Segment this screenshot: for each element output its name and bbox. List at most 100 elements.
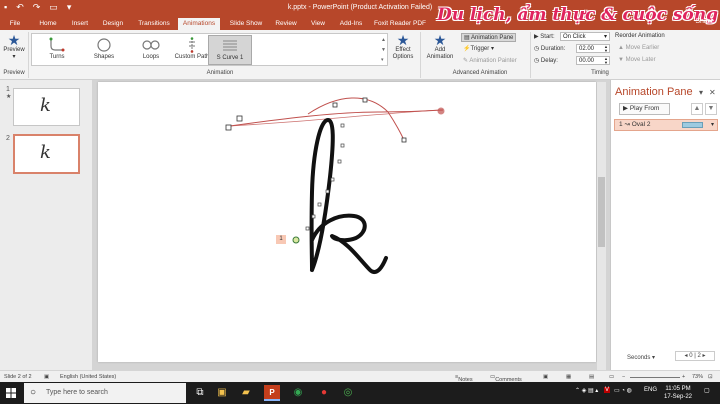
powerpoint-taskbar-icon[interactable]: P: [264, 385, 280, 401]
move-earlier-button[interactable]: ▲ Move Earlier: [618, 45, 659, 51]
tab-file[interactable]: File: [4, 18, 26, 30]
timeline-scale[interactable]: ◂ 0 | 2 ▸: [675, 351, 715, 361]
zoom-in-icon[interactable]: +: [682, 374, 685, 380]
animation-item-label: Oval 2: [631, 121, 651, 128]
tab-slide-show[interactable]: Slide Show: [226, 18, 266, 30]
thumb-number: 2: [6, 135, 10, 142]
language-indicator[interactable]: English (United States): [60, 374, 116, 380]
tab-foxit-reader-pdf[interactable]: Foxit Reader PDF: [372, 18, 428, 30]
gallery-scroll-icon[interactable]: ▲ ▼ ▾: [381, 35, 386, 65]
scrollbar-thumb[interactable]: [598, 177, 605, 247]
search-icon: ○: [30, 387, 37, 398]
thumb-number: 1: [6, 86, 10, 93]
chevron-down-icon[interactable]: ▾: [711, 120, 714, 130]
taskbar-search-box[interactable]: ○ Type here to search: [24, 383, 186, 403]
zoom-level[interactable]: 73%: [692, 374, 703, 380]
normal-view-icon[interactable]: ▣: [543, 374, 548, 380]
delay-input[interactable]: 00.00 ▲ ▼: [576, 56, 610, 65]
slideshow-icon[interactable]: ▭: [609, 374, 614, 380]
spinner-icon[interactable]: ▲ ▼: [604, 57, 608, 65]
tab-insert[interactable]: Insert: [66, 18, 94, 30]
start-label-text: Start:: [540, 34, 555, 40]
add-star-icon: ★: [433, 32, 447, 48]
start-label: ▶ Start:: [534, 33, 555, 40]
path-end-marker: [437, 107, 445, 115]
notifications-icon[interactable]: ▢: [704, 387, 710, 394]
effect-options-label-2: Options: [392, 54, 414, 60]
animation-pane-button[interactable]: ▤ Animation Pane: [461, 33, 517, 42]
spinner-icon[interactable]: ▲ ▼: [604, 45, 608, 53]
tab-add-ins[interactable]: Add-Ins: [336, 18, 366, 30]
vertical-scrollbar[interactable]: [597, 82, 606, 370]
painter-icon: ✎: [463, 58, 469, 64]
preview-label: Preview: [3, 47, 25, 53]
slide-thumbnail-2[interactable]: k: [13, 134, 80, 174]
record-icon[interactable]: ●: [316, 385, 332, 401]
seconds-dropdown[interactable]: Seconds ▾: [627, 354, 655, 361]
tray-icons[interactable]: ⌃ ◈ ▤ ▴: [575, 387, 598, 394]
close-icon[interactable]: ✕: [709, 88, 716, 97]
tab-animations[interactable]: Animations: [178, 18, 220, 30]
file-explorer-icon[interactable]: ▰: [238, 385, 254, 401]
timeline-bar[interactable]: [682, 122, 703, 128]
tray-app-icon[interactable]: V: [604, 387, 611, 393]
notes-button[interactable]: ≡ Notes: [455, 374, 473, 383]
effect-options-button[interactable]: ★ Effect Options: [389, 33, 417, 61]
duration-input[interactable]: 02.00 ▲ ▼: [576, 44, 610, 53]
store-icon[interactable]: ▣: [214, 385, 230, 401]
animation-pane-icon: ▤: [464, 35, 472, 41]
slide-thumbnail-pane: 1 ★ k 2 k: [0, 80, 92, 370]
tab-home[interactable]: Home: [34, 18, 62, 30]
slide-thumbnail-1[interactable]: k: [13, 88, 80, 126]
animation-number-tag[interactable]: 1: [276, 235, 286, 244]
gallery-item-turns[interactable]: Turns: [35, 35, 79, 65]
app-icon-green[interactable]: ◉: [290, 385, 306, 401]
task-view-icon[interactable]: ⧉: [192, 385, 208, 401]
gallery-item-shapes[interactable]: Shapes: [82, 35, 126, 65]
tab-view[interactable]: View: [306, 18, 330, 30]
animation-painter-button[interactable]: ✎ Animation Painter: [463, 57, 517, 64]
tab-review[interactable]: Review: [272, 18, 300, 30]
move-later-button[interactable]: ▼ Move Later: [618, 57, 656, 63]
move-down-button[interactable]: ▼: [705, 103, 717, 115]
reading-view-icon[interactable]: ▤: [589, 374, 594, 380]
start-value: On Click: [563, 34, 586, 40]
gallery-item-s-curve-1[interactable]: S Curve 1: [208, 35, 252, 65]
seconds-label: Seconds: [627, 355, 651, 361]
animation-pane-button-label: Animation Pane: [471, 35, 514, 41]
input-language[interactable]: ENG: [644, 387, 657, 393]
pane-options-icon[interactable]: ▾: [699, 88, 703, 97]
slide-content: [225, 97, 445, 275]
chrome-icon[interactable]: ◎: [340, 385, 356, 401]
start-button[interactable]: [0, 382, 22, 404]
preview-button[interactable]: ★ Preview ▾: [2, 33, 26, 61]
share-button[interactable]: Share: [695, 18, 714, 25]
motion-path-lower: [229, 109, 444, 127]
trigger-button[interactable]: ⚡Trigger ▾: [463, 45, 494, 52]
fit-to-window-icon[interactable]: ⊡: [708, 374, 713, 380]
ribbon-separator: [28, 32, 29, 78]
gallery-item-label: Turns: [49, 54, 65, 60]
animation-list-item[interactable]: 1 ↝ Oval 2 ▾: [614, 119, 718, 131]
slide-sorter-icon[interactable]: ▦: [566, 374, 571, 380]
star-icon: ★: [7, 32, 21, 48]
zoom-slider[interactable]: [630, 377, 680, 378]
move-earlier-label: Move Earlier: [625, 45, 660, 51]
taskbar-clock[interactable]: 11:05 PM 17-Sep-22: [664, 385, 692, 401]
ribbon-separator: [420, 32, 421, 78]
animation-pane-title: Animation Pane: [615, 86, 693, 98]
path-start-marker: [292, 236, 300, 244]
spell-check-icon[interactable]: ▣: [44, 374, 49, 380]
slide-canvas[interactable]: 1: [98, 82, 596, 362]
tab-transitions[interactable]: Transitions: [132, 18, 176, 30]
add-animation-button[interactable]: ★ Add Animation: [423, 33, 457, 61]
tab-design[interactable]: Design: [98, 18, 128, 30]
arrow-up-icon: ▲: [618, 45, 626, 51]
play-from-button[interactable]: ▶ Play From: [619, 103, 670, 115]
comments-button[interactable]: ▭ Comments: [490, 374, 522, 383]
move-up-button[interactable]: ▲: [691, 103, 703, 115]
zoom-out-icon[interactable]: −: [622, 374, 625, 380]
start-dropdown[interactable]: On Click ▾: [560, 32, 610, 41]
tray-icons-2[interactable]: ▭ ◔ ◍: [614, 387, 632, 394]
move-later-label: Move Later: [625, 57, 656, 63]
